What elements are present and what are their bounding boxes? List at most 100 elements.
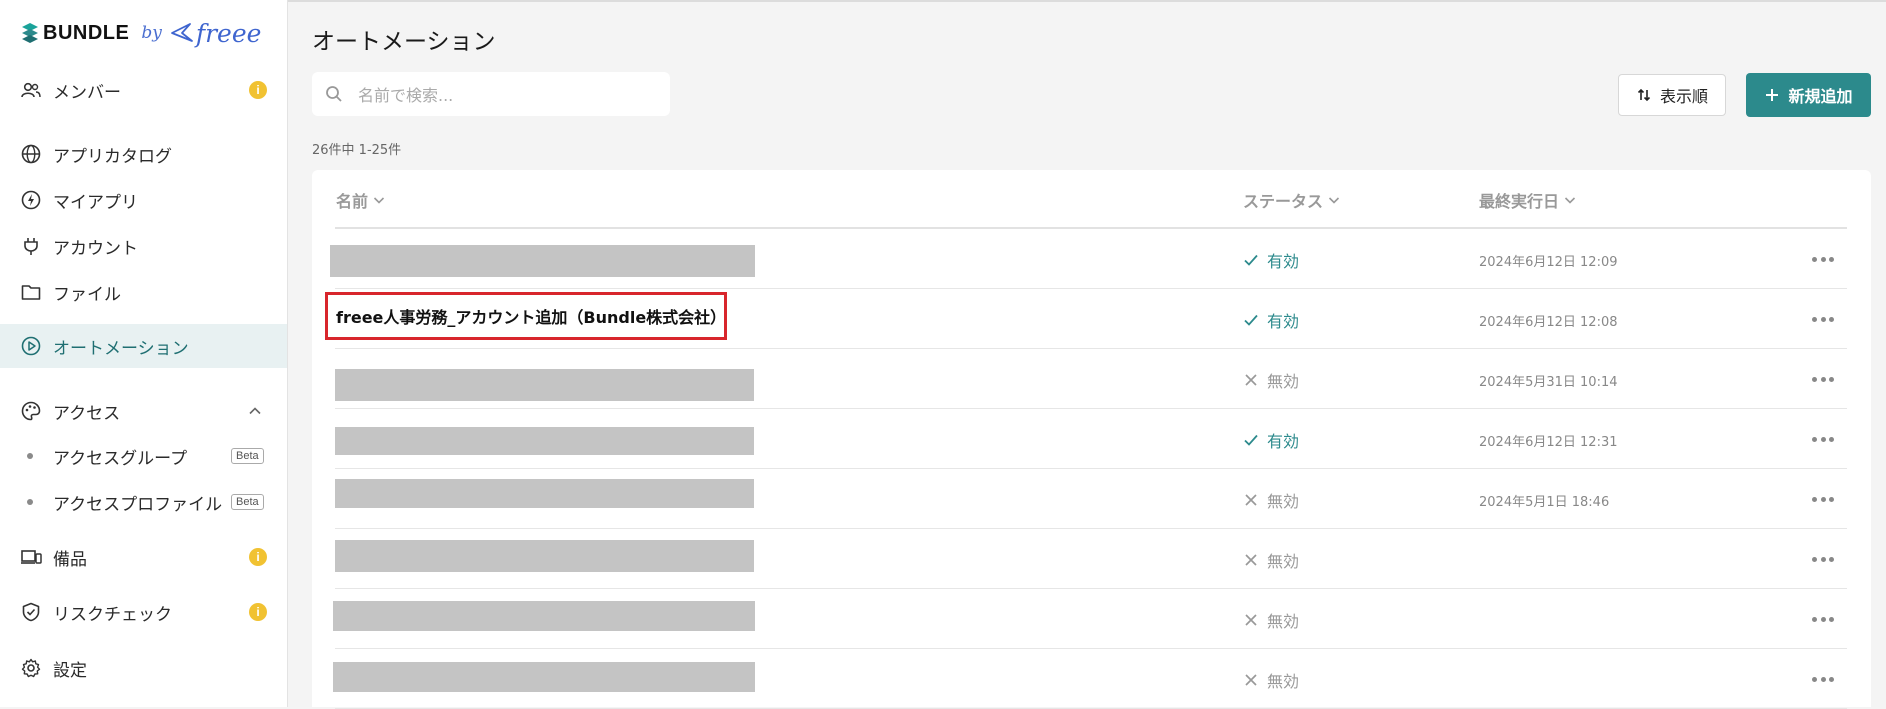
more-options-icon[interactable] xyxy=(1812,495,1834,503)
sidebar-item-risk-check[interactable]: リスクチェック i xyxy=(0,590,287,634)
status-text: 無効 xyxy=(1267,672,1300,691)
play-circle-icon xyxy=(21,336,41,356)
last-run-date: 2024年6月12日 12:31 xyxy=(1479,435,1618,450)
chevron-up-icon[interactable] xyxy=(248,404,262,418)
sidebar-item-access-groups[interactable]: アクセスグループ Beta xyxy=(0,434,287,478)
sidebar-item-label: アプリカタログ xyxy=(53,146,172,167)
folder-icon xyxy=(21,285,41,300)
redacted-name xyxy=(333,662,755,692)
sidebar-item-label: アクセス xyxy=(53,403,121,424)
chevron-down-icon xyxy=(1564,197,1576,204)
more-options-icon[interactable] xyxy=(1812,315,1834,323)
last-run-date: 2024年6月12日 12:08 xyxy=(1479,315,1618,330)
status-text: 有効 xyxy=(1267,312,1300,331)
sidebar-item-access-profiles[interactable]: アクセスプロファイル Beta xyxy=(0,480,287,524)
status-badge: 無効 xyxy=(1243,488,1299,512)
result-count: 26件中 1-25件 xyxy=(312,143,402,158)
status-text: 無効 xyxy=(1267,372,1300,391)
page-title: オートメーション xyxy=(312,29,496,55)
devices-icon xyxy=(21,550,42,564)
brand-name: BUNDLE xyxy=(43,21,130,44)
sidebar-item-label: アクセスプロファイル xyxy=(53,494,223,515)
add-button-label: 新規追加 xyxy=(1788,87,1853,106)
last-run-date: 2024年6月12日 12:09 xyxy=(1479,255,1618,270)
info-icon[interactable]: i xyxy=(249,603,267,621)
search-icon xyxy=(326,86,342,102)
info-icon[interactable]: i xyxy=(249,81,267,99)
status-badge: 無効 xyxy=(1243,548,1299,572)
redacted-name xyxy=(335,540,754,572)
sidebar-item-label: ファイル xyxy=(53,284,121,305)
status-text: 有効 xyxy=(1267,252,1300,271)
add-automation-button[interactable]: 新規追加 xyxy=(1746,73,1871,117)
x-icon xyxy=(1245,374,1257,386)
brand-by: by xyxy=(141,23,162,43)
sidebar-item-label: 備品 xyxy=(53,549,87,570)
sidebar: BUNDLE by freee メンバー i アプリカタログ マイアプリ アカウ… xyxy=(0,0,288,707)
sidebar-item-label: アカウント xyxy=(53,238,138,259)
brand-logo[interactable]: BUNDLE by freee xyxy=(20,18,261,48)
brand-partner: freee xyxy=(195,18,262,48)
sort-button-label: 表示順 xyxy=(1659,87,1708,106)
more-options-icon[interactable] xyxy=(1812,375,1834,383)
sort-button[interactable]: 表示順 xyxy=(1618,74,1726,116)
sidebar-item-label: マイアプリ xyxy=(53,192,138,213)
sidebar-item-members[interactable]: メンバー i xyxy=(0,68,287,112)
freee-bird-icon xyxy=(170,23,193,42)
status-badge: 無効 xyxy=(1243,668,1299,692)
chevron-down-icon xyxy=(1328,197,1340,204)
column-header-name[interactable]: 名前 xyxy=(336,188,386,212)
beta-badge: Beta xyxy=(231,448,264,464)
bullet-dot xyxy=(27,499,33,505)
sort-arrows-icon xyxy=(1637,88,1651,102)
bundle-logo-icon xyxy=(22,23,38,43)
sidebar-item-settings[interactable]: 設定 xyxy=(0,646,287,690)
bullet-dot xyxy=(27,453,33,459)
search-input[interactable] xyxy=(356,80,660,110)
status-badge: 無効 xyxy=(1243,368,1299,392)
more-options-icon[interactable] xyxy=(1812,255,1834,263)
sidebar-item-app-catalog[interactable]: アプリカタログ xyxy=(0,132,287,176)
status-text: 無効 xyxy=(1267,492,1300,511)
sidebar-item-my-apps[interactable]: マイアプリ xyxy=(0,178,287,222)
status-badge: 有効 xyxy=(1243,248,1299,272)
redacted-name xyxy=(333,601,755,631)
sidebar-item-label: メンバー xyxy=(53,82,121,103)
beta-badge: Beta xyxy=(231,494,264,510)
column-header-status[interactable]: ステータス xyxy=(1243,188,1341,212)
more-options-icon[interactable] xyxy=(1812,615,1834,623)
status-text: 無効 xyxy=(1267,612,1300,631)
column-header-label: 名前 xyxy=(336,192,369,211)
status-badge: 有効 xyxy=(1243,428,1299,452)
more-options-icon[interactable] xyxy=(1812,435,1834,443)
column-header-label: 最終実行日 xyxy=(1479,192,1560,211)
sidebar-item-label: オートメーション xyxy=(53,338,189,359)
sidebar-item-accounts[interactable]: アカウント xyxy=(0,224,287,268)
last-run-date: 2024年5月1日 18:46 xyxy=(1479,495,1610,510)
automation-name[interactable]: freee人事労務_アカウント追加（Bundle株式会社） xyxy=(325,292,727,340)
last-run-date: 2024年5月31日 10:14 xyxy=(1479,375,1618,390)
status-badge: 無効 xyxy=(1243,608,1299,632)
column-header-last-run[interactable]: 最終実行日 xyxy=(1479,188,1577,212)
redacted-name xyxy=(335,479,754,508)
palette-icon xyxy=(21,401,41,421)
gear-icon xyxy=(21,658,41,678)
sidebar-item-access[interactable]: アクセス xyxy=(0,389,287,433)
globe-icon xyxy=(21,144,41,164)
sidebar-item-label: アクセスグループ xyxy=(53,448,188,469)
check-icon xyxy=(1244,314,1258,326)
sidebar-item-files[interactable]: ファイル xyxy=(0,270,287,314)
plug-icon xyxy=(24,238,38,255)
status-badge: 有効 xyxy=(1243,308,1299,332)
search-box[interactable] xyxy=(312,72,670,116)
x-icon xyxy=(1245,674,1257,686)
sidebar-item-devices[interactable]: 備品 i xyxy=(0,535,287,579)
sidebar-item-automation[interactable]: オートメーション xyxy=(0,324,287,368)
more-options-icon[interactable] xyxy=(1812,555,1834,563)
redacted-name xyxy=(330,245,755,277)
plus-icon xyxy=(1766,89,1779,101)
info-icon[interactable]: i xyxy=(249,548,267,566)
check-icon xyxy=(1244,254,1258,266)
more-options-icon[interactable] xyxy=(1812,675,1834,683)
status-text: 無効 xyxy=(1267,552,1300,571)
